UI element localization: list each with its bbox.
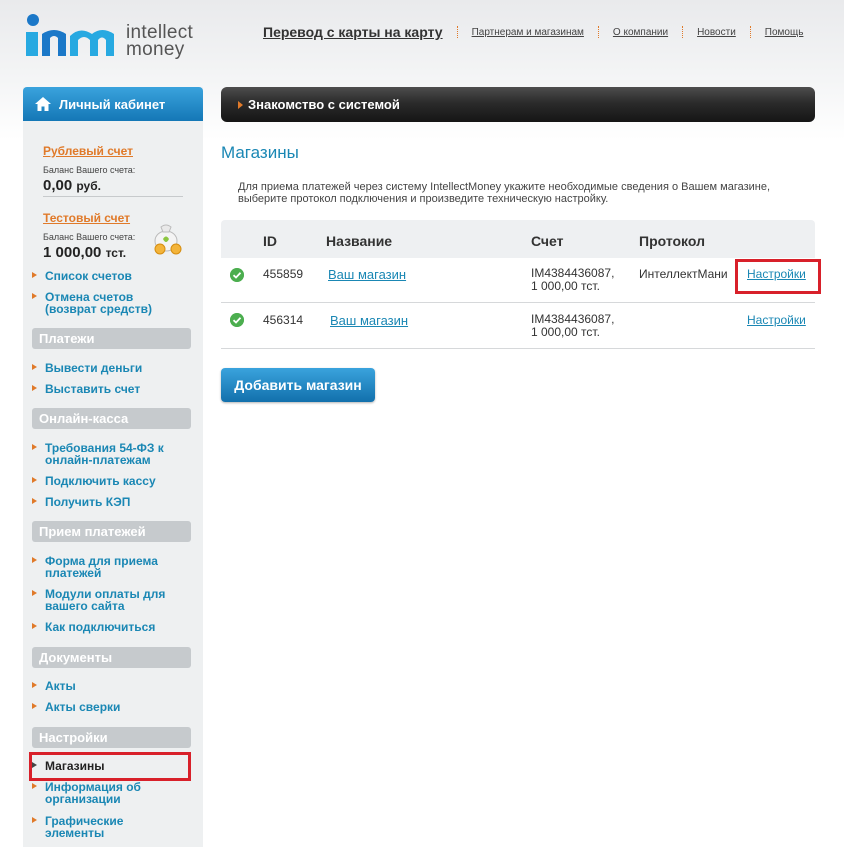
test-account-link[interactable]: Тестовый счет <box>43 211 130 225</box>
intro-text: Для приема платежей через систему Intell… <box>238 181 771 205</box>
check-icon <box>230 268 244 282</box>
shop-id: 456314 <box>263 313 304 327</box>
check-icon <box>230 313 244 327</box>
col-account: Счет <box>531 233 564 249</box>
nav-separator <box>456 26 458 38</box>
rub-account: Рублевый счет Баланс Вашего счета: 0,00 … <box>23 142 203 194</box>
money-bag-icon <box>154 224 182 255</box>
section-accept-payments: Прием платежей <box>32 521 191 542</box>
shop-name-link[interactable]: Ваш магазин <box>330 313 408 328</box>
section-documents: Документы <box>32 647 191 668</box>
col-id: ID <box>263 233 277 249</box>
logo-wordmark: intellect money <box>126 22 194 60</box>
col-name: Название <box>326 233 393 249</box>
about-link[interactable]: О компании <box>613 27 668 38</box>
shop-id: 455859 <box>263 267 304 281</box>
rub-account-link[interactable]: Рублевый счет <box>43 144 133 158</box>
shop-name-link[interactable]: Ваш магазин <box>328 267 406 282</box>
add-shop-button[interactable]: Добавить магазин <box>221 368 375 402</box>
test-account: Тестовый счет Баланс Вашего счета: 1 000… <box>23 209 203 261</box>
section-online-kassa: Онлайн-касса <box>32 408 191 429</box>
partners-link[interactable]: Партнерам и магазинам <box>472 27 584 38</box>
card-transfer-link[interactable]: Перевод с карты на карту <box>263 24 443 40</box>
highlight-shops-menu <box>29 752 191 781</box>
row-divider <box>221 302 815 303</box>
page-title: Магазины <box>221 143 299 162</box>
shop-account: IM4384436087, 1 000,00 тст. <box>531 266 615 293</box>
section-settings: Настройки <box>32 727 191 748</box>
personal-cabinet-header[interactable]: Личный кабинет <box>23 87 203 121</box>
nav-separator <box>749 26 751 38</box>
intro-banner[interactable]: Знакомство с системой <box>221 87 815 122</box>
home-icon <box>35 97 51 111</box>
shop-account: IM4384436087, 1 000,00 тст. <box>531 312 615 339</box>
col-protocol: Протокол <box>639 233 705 249</box>
personal-cabinet-title: Личный кабинет <box>59 96 166 112</box>
section-payments: Платежи <box>32 328 191 349</box>
top-navigation: Перевод с карты на карту Партнерам и маг… <box>263 24 816 40</box>
banner-arrow-icon <box>238 101 243 109</box>
table-header: ID Название Счет Протокол <box>221 220 815 258</box>
news-link[interactable]: Новости <box>697 27 736 38</box>
rub-balance-value: 0,00 руб. <box>43 177 101 194</box>
shop-protocol: ИнтеллектМани <box>639 267 728 281</box>
nav-separator <box>682 26 684 38</box>
rub-balance-label: Баланс Вашего счета: <box>43 165 136 175</box>
settings-link[interactable]: Настройки <box>747 313 806 327</box>
help-link[interactable]: Помощь <box>765 27 804 38</box>
nav-separator <box>597 26 599 38</box>
highlight-settings-link <box>735 259 821 294</box>
divider <box>43 196 183 197</box>
row-divider <box>221 348 815 349</box>
